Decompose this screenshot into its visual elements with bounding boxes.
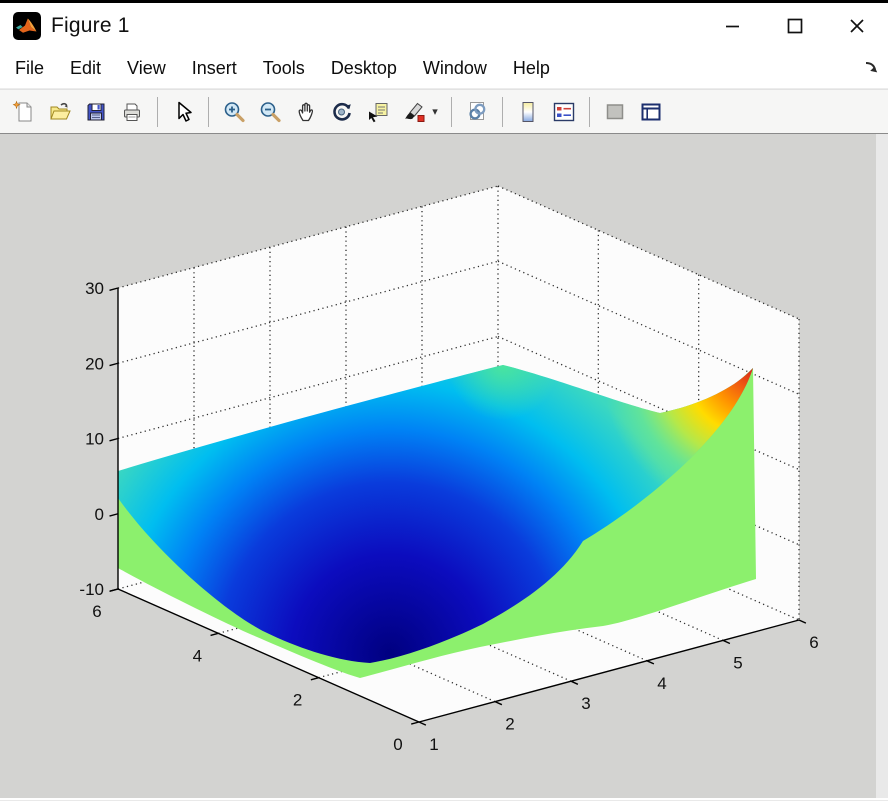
pan-hand-button[interactable] bbox=[290, 95, 322, 129]
x-axis-tick-label: 2 bbox=[505, 715, 514, 734]
data-cursor-icon bbox=[366, 100, 390, 124]
brush-data-button[interactable] bbox=[398, 95, 430, 129]
insert-colorbar-button[interactable] bbox=[512, 95, 544, 129]
data-cursor-button[interactable] bbox=[362, 95, 394, 129]
zoom-in-icon bbox=[222, 100, 246, 124]
x-axis-tick-label: 4 bbox=[657, 674, 666, 693]
menu-item-tools[interactable]: Tools bbox=[250, 53, 318, 84]
maximize-button[interactable] bbox=[764, 3, 826, 48]
pan-hand-icon bbox=[294, 100, 318, 124]
y-axis-tick-label: 4 bbox=[193, 646, 202, 665]
menu-item-desktop[interactable]: Desktop bbox=[318, 53, 410, 84]
brush-data-icon bbox=[402, 100, 426, 124]
toolbar-separator bbox=[157, 97, 158, 127]
menu-item-edit[interactable]: Edit bbox=[57, 53, 114, 84]
menu-item-file[interactable]: File bbox=[2, 53, 57, 84]
close-button[interactable] bbox=[826, 3, 888, 48]
rotate-3d-button[interactable] bbox=[326, 95, 358, 129]
matlab-logo-icon bbox=[13, 12, 41, 40]
y-axis-tick-label: 6 bbox=[92, 602, 101, 621]
dock-plot-tools-button[interactable] bbox=[635, 95, 667, 129]
print-figure-icon bbox=[120, 100, 144, 124]
insert-colorbar-icon bbox=[516, 100, 540, 124]
link-plot-icon bbox=[465, 100, 489, 124]
minimize-icon bbox=[722, 15, 744, 37]
x-axis-tick-label: 6 bbox=[809, 633, 818, 652]
menu-item-insert[interactable]: Insert bbox=[179, 53, 250, 84]
arrow-pointer-icon bbox=[171, 100, 195, 124]
maximize-icon bbox=[784, 15, 806, 37]
toolbar-separator bbox=[502, 97, 503, 127]
minimize-button[interactable] bbox=[702, 3, 764, 48]
window-title: Figure 1 bbox=[51, 14, 130, 38]
y-axis-tick-label: 2 bbox=[293, 691, 302, 710]
menu-item-help[interactable]: Help bbox=[500, 53, 563, 84]
menu-item-window[interactable]: Window bbox=[410, 53, 500, 84]
surface-plot[interactable]: 3020100-106420123456 bbox=[0, 134, 888, 801]
hide-plot-tools-button[interactable] bbox=[599, 95, 631, 129]
menu-item-view[interactable]: View bbox=[114, 53, 179, 84]
menu-bar: FileEditViewInsertToolsDesktopWindowHelp bbox=[0, 48, 888, 89]
insert-legend-icon bbox=[552, 100, 576, 124]
figure-canvas[interactable]: 3020100-106420123456 bbox=[0, 134, 888, 798]
link-plot-button[interactable] bbox=[461, 95, 493, 129]
dock-figure-arrow-icon[interactable] bbox=[861, 58, 882, 80]
open-file-icon bbox=[48, 100, 72, 124]
hide-plot-tools-icon bbox=[603, 100, 627, 124]
zoom-out-button[interactable] bbox=[254, 95, 286, 129]
zoom-out-icon bbox=[258, 100, 282, 124]
x-axis-tick-label: 5 bbox=[733, 653, 742, 672]
z-axis-tick-label: 30 bbox=[85, 279, 104, 298]
close-icon bbox=[846, 15, 868, 37]
z-axis-tick-label: -10 bbox=[79, 580, 104, 599]
toolbar-separator bbox=[589, 97, 590, 127]
insert-legend-button[interactable] bbox=[548, 95, 580, 129]
toolbar: ▾ bbox=[0, 89, 888, 134]
window-controls bbox=[702, 3, 888, 48]
y-axis-tick-label: 0 bbox=[393, 735, 402, 754]
x-axis-tick-label: 3 bbox=[581, 694, 590, 713]
open-file-button[interactable] bbox=[44, 95, 76, 129]
new-figure-button[interactable] bbox=[8, 95, 40, 129]
toolbar-separator bbox=[451, 97, 452, 127]
arrow-pointer-button[interactable] bbox=[167, 95, 199, 129]
z-axis-tick-label: 0 bbox=[95, 505, 104, 524]
rotate-3d-icon bbox=[330, 100, 354, 124]
save-figure-icon bbox=[84, 100, 108, 124]
zoom-in-button[interactable] bbox=[218, 95, 250, 129]
z-axis-tick-label: 20 bbox=[85, 354, 104, 373]
dock-plot-tools-icon bbox=[639, 100, 663, 124]
z-axis-tick-label: 10 bbox=[85, 430, 104, 449]
new-figure-icon bbox=[12, 100, 36, 124]
toolbar-separator bbox=[208, 97, 209, 127]
print-figure-button[interactable] bbox=[116, 95, 148, 129]
save-figure-button[interactable] bbox=[80, 95, 112, 129]
brush-data-dropdown-button[interactable]: ▾ bbox=[428, 95, 442, 129]
figure-window: Figure 1 FileEditViewInsertToolsDesktopW… bbox=[0, 0, 888, 800]
title-bar: Figure 1 bbox=[0, 0, 888, 48]
x-axis-tick-label: 1 bbox=[429, 735, 438, 754]
